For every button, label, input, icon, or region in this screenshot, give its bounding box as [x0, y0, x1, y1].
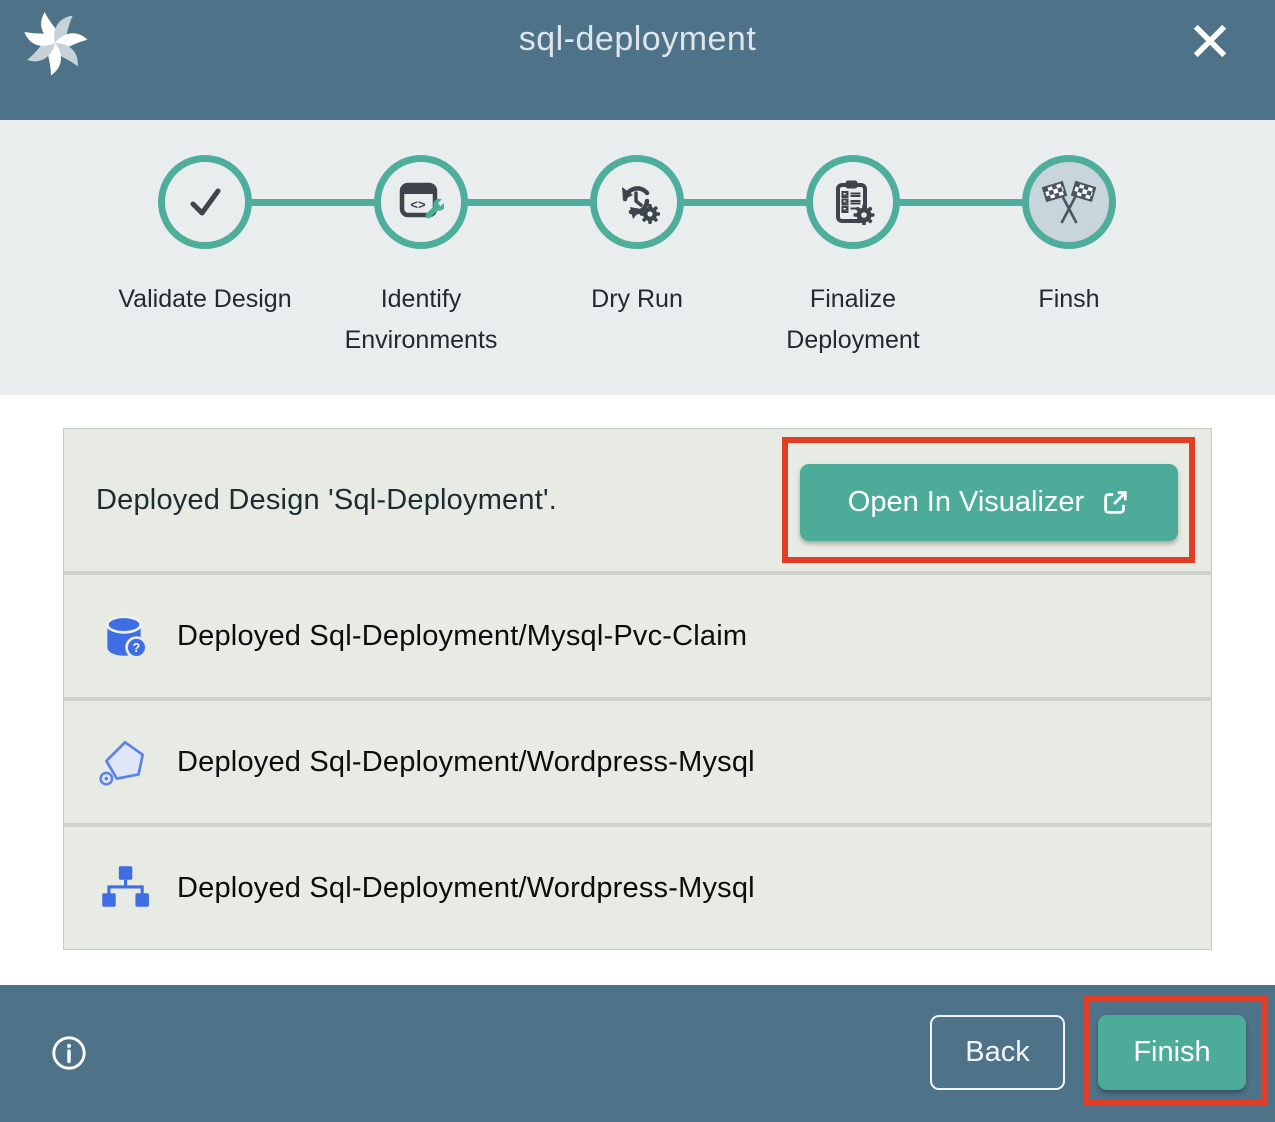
step-label: Dry Run: [591, 279, 683, 320]
step-circle-finish[interactable]: [1022, 155, 1116, 249]
step-finalize-deployment: Finalize Deployment: [745, 155, 961, 360]
checkered-flags-icon: [1042, 175, 1096, 229]
svg-text:?: ?: [133, 641, 141, 655]
step-finish: Finsh: [961, 155, 1177, 360]
info-icon[interactable]: [50, 1034, 88, 1072]
dialog-footer: Back Finish: [0, 985, 1275, 1122]
wizard-stepper: Validate Design <> Identify Environments: [0, 120, 1275, 395]
finish-button[interactable]: Finish: [1098, 1015, 1246, 1090]
list-item-text: Deployed Sql-Deployment/Mysql-Pvc-Claim: [177, 620, 747, 653]
step-circle-finalize-deployment[interactable]: [806, 155, 900, 249]
list-item: Deployed Sql-Deployment/Wordpress-Mysql: [64, 827, 1211, 949]
check-icon: [181, 178, 229, 226]
close-icon[interactable]: [1187, 18, 1233, 64]
step-validate-design: Validate Design: [97, 155, 313, 360]
step-circle-identify-environments[interactable]: <>: [374, 155, 468, 249]
open-in-visualizer-button[interactable]: Open In Visualizer: [800, 464, 1178, 541]
persistent-volume-claim-icon: ?: [97, 609, 151, 663]
dialog-title: sql-deployment: [0, 20, 1275, 59]
external-link-icon: [1100, 488, 1130, 518]
back-button[interactable]: Back: [930, 1015, 1065, 1090]
code-window-wrench-icon: <>: [398, 179, 444, 225]
deployment-icon: [97, 861, 151, 915]
clipboard-gear-icon: [830, 179, 876, 225]
step-label: Validate Design: [118, 279, 291, 320]
deployment-summary-text: Deployed Design 'Sql-Deployment'.: [96, 484, 557, 517]
deployment-results-list: Deployed Design 'Sql-Deployment'. Open I…: [63, 428, 1212, 950]
list-item: Deployed Sql-Deployment/Wordpress-Mysql: [64, 701, 1211, 823]
step-circle-dry-run[interactable]: [590, 155, 684, 249]
step-label: Finsh: [1038, 279, 1099, 320]
svg-text:<>: <>: [410, 197, 426, 212]
step-identify-environments: <> Identify Environments: [313, 155, 529, 360]
list-item-text: Deployed Sql-Deployment/Wordpress-Mysql: [177, 746, 755, 779]
deployment-summary-row: Deployed Design 'Sql-Deployment'. Open I…: [64, 429, 1211, 571]
step-label: Identify Environments: [318, 279, 524, 360]
dialog-header: sql-deployment: [0, 0, 1275, 120]
sync-gear-icon: [613, 178, 661, 226]
list-item-text: Deployed Sql-Deployment/Wordpress-Mysql: [177, 872, 755, 905]
step-label: Finalize Deployment: [750, 279, 956, 360]
service-icon: [97, 735, 151, 789]
list-item: ? Deployed Sql-Deployment/Mysql-Pvc-Clai…: [64, 575, 1211, 697]
step-circle-validate-design[interactable]: [158, 155, 252, 249]
step-dry-run: Dry Run: [529, 155, 745, 360]
open-in-visualizer-label: Open In Visualizer: [848, 486, 1084, 519]
